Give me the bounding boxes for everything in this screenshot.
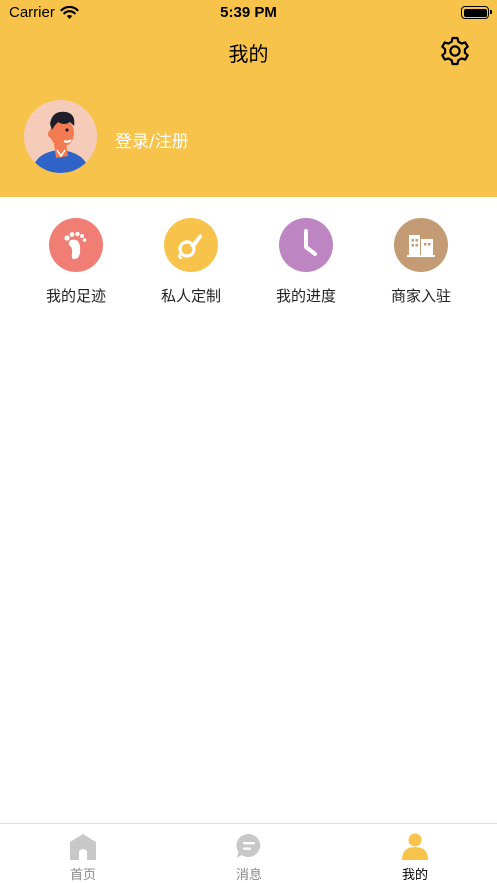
menu-item-custom[interactable]: 私人定制 bbox=[136, 217, 246, 307]
battery-level bbox=[463, 8, 487, 17]
tab-bar: 首页 消息 我的 bbox=[0, 823, 497, 883]
profile-header: Carrier 5:39 PM 我的 登录/注册 bbox=[0, 0, 497, 197]
building-icon bbox=[394, 218, 448, 272]
profile-screen: Carrier 5:39 PM 我的 登录/注册 我的足迹 私人定制 我的进度 … bbox=[0, 0, 497, 883]
function-menu: 我的足迹 私人定制 我的进度 商家入驻 bbox=[0, 197, 497, 317]
clock-icon bbox=[279, 218, 333, 272]
menu-label: 私人定制 bbox=[160, 287, 221, 305]
footprint-icon bbox=[49, 218, 103, 272]
page-title: 我的 bbox=[228, 42, 269, 66]
user-avatar-icon bbox=[32, 111, 90, 173]
menu-item-progress[interactable]: 我的进度 bbox=[251, 217, 361, 307]
menu-label: 商家入驻 bbox=[390, 287, 451, 305]
tab-home[interactable]: 首页 bbox=[0, 824, 166, 883]
gear-icon[interactable] bbox=[438, 34, 472, 68]
message-icon bbox=[236, 833, 261, 858]
menu-label: 我的进度 bbox=[275, 287, 336, 305]
menu-item-merchant[interactable]: 商家入驻 bbox=[366, 217, 476, 307]
tab-messages[interactable]: 消息 bbox=[166, 824, 332, 883]
menu-item-footprint[interactable]: 我的足迹 bbox=[21, 217, 131, 307]
home-icon bbox=[70, 834, 96, 860]
custom-icon bbox=[164, 218, 218, 272]
status-bar: Carrier 5:39 PM bbox=[0, 0, 497, 26]
clock-time: 5:39 PM bbox=[220, 4, 277, 21]
avatar[interactable] bbox=[24, 100, 97, 173]
person-icon bbox=[402, 833, 428, 860]
tab-label: 消息 bbox=[235, 868, 262, 883]
tab-mine[interactable]: 我的 bbox=[332, 824, 497, 883]
login-register-link[interactable]: 登录/注册 bbox=[115, 127, 189, 152]
battery-icon bbox=[461, 6, 492, 19]
menu-label: 我的足迹 bbox=[45, 287, 106, 305]
tab-label: 我的 bbox=[401, 868, 428, 883]
tab-label: 首页 bbox=[69, 868, 96, 883]
